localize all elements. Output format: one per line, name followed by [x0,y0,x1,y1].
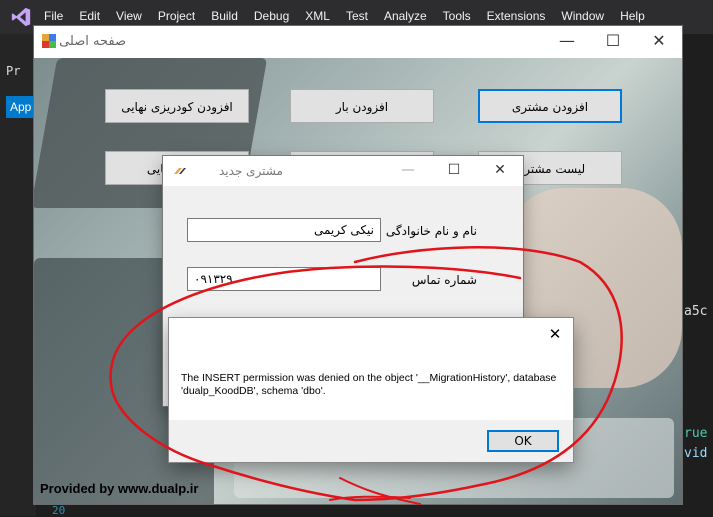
minimize-button[interactable]: — [385,156,431,184]
close-button[interactable]: ✕ [636,26,682,56]
name-label: نام و نام خانوادگی [385,224,477,238]
message-box-footer: OK [169,420,573,462]
code-fragment: rue [684,426,708,441]
phone-label: شماره تماس [411,273,477,287]
add-final-fertilizer-button[interactable]: افزودن کودریزی نهایی [105,89,249,123]
add-customer-button[interactable]: افزودن مشتری [478,89,622,123]
menu-item-test[interactable]: Test [338,9,376,23]
app-logo-icon [174,168,186,174]
maximize-button[interactable]: ☐ [431,156,477,184]
error-message-box: ✕ The INSERT permission was denied on th… [169,318,573,462]
menu-item-tools[interactable]: Tools [435,9,479,23]
menu-item-edit[interactable]: Edit [71,9,108,23]
menu-item-build[interactable]: Build [203,9,246,23]
menu-item-extensions[interactable]: Extensions [479,9,554,23]
vs-pr-label: Pr [6,64,21,78]
menu-item-project[interactable]: Project [150,9,203,23]
main-window-titlebar[interactable]: صفحه اصلی — ☐ ✕ [34,26,682,58]
menu-item-help[interactable]: Help [612,9,653,23]
menu-item-debug[interactable]: Debug [246,9,297,23]
close-icon[interactable]: ✕ [543,322,567,346]
menu-item-file[interactable]: File [36,9,71,23]
new-customer-title: مشتری جدید [219,164,283,178]
line-number: 20 [52,504,66,517]
menu-item-view[interactable]: View [108,9,150,23]
main-window-title: صفحه اصلی [59,34,126,49]
maximize-button[interactable]: ☐ [590,26,636,56]
name-input[interactable]: نیکی کریمی [187,218,381,242]
new-customer-titlebar[interactable]: مشتری جدید — ☐ ✕ [163,156,523,186]
close-button[interactable]: ✕ [477,156,523,184]
error-message-text: The INSERT permission was denied on the … [181,372,557,397]
ok-button[interactable]: OK [487,430,559,452]
visual-studio-logo-icon [11,7,31,27]
app-icon [42,34,56,48]
menu-item-xml[interactable]: XML [297,9,338,23]
code-fragment: a5c [684,304,708,319]
vs-menu: File Edit View Project Build Debug XML Test Anal… [36,9,653,23]
add-cargo-button[interactable]: افزودن بار [290,89,434,123]
code-fragment: vid [684,446,708,461]
phone-input[interactable]: ۰۹۱۳۲۹ [187,267,381,291]
minimize-button[interactable]: — [544,26,590,56]
menu-item-window[interactable]: Window [553,9,612,23]
menu-item-analyze[interactable]: Analyze [376,9,435,23]
watermark-text: Provided by www.dualp.ir [40,481,199,496]
